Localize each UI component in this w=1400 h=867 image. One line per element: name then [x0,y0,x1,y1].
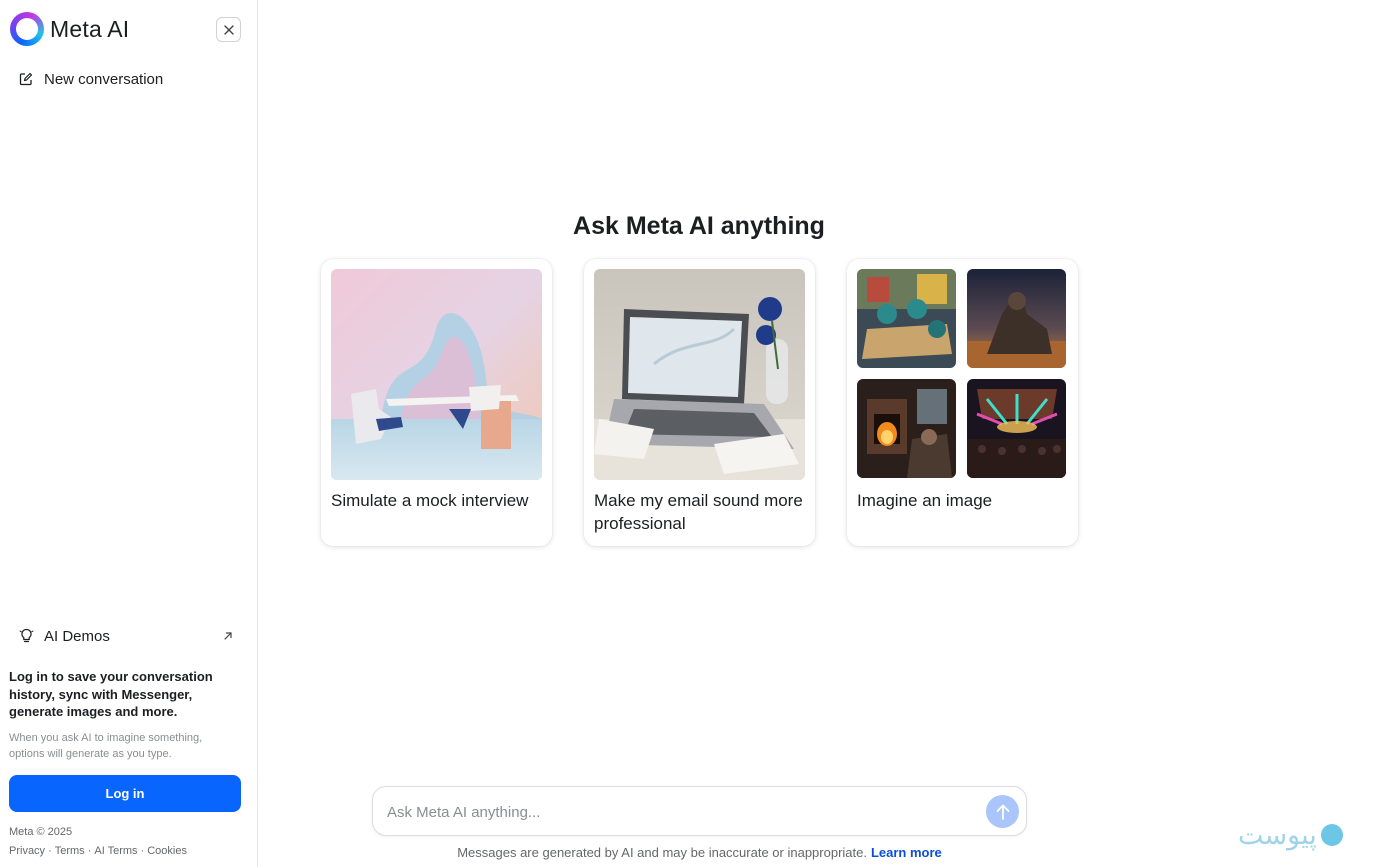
separator: · [87,845,92,857]
close-sidebar-button[interactable] [216,17,241,42]
card-title: Simulate a mock interview [331,491,529,510]
suggestion-card-professional-email[interactable]: Make my email sound more professional [584,259,815,546]
suggestion-card-mock-interview[interactable]: Simulate a mock interview [321,259,552,546]
privacy-link[interactable]: Privacy [9,845,45,857]
watermark: پیوست [1238,815,1383,855]
close-icon [223,24,234,35]
card-title: Make my email sound more professional [594,491,803,533]
login-button[interactable]: Log in [9,775,241,812]
suggestion-card-imagine-image[interactable]: Imagine an image [847,259,1078,546]
watermark-logo-icon [1320,824,1343,846]
card-image [331,269,542,480]
card-title: Imagine an image [857,491,993,510]
external-link-icon [222,630,234,642]
cookies-link[interactable]: Cookies [147,845,187,857]
grid-image-fireplace [857,379,956,478]
login-message: Log in to save your conversation history… [9,669,213,719]
image-grid [857,269,1066,478]
send-button[interactable] [986,795,1019,828]
separator: · [140,845,145,857]
copyright: Meta © 2025 [9,826,73,838]
page-title: Ask Meta AI anything [573,212,825,240]
ai-demos-label: AI Demos [44,627,110,645]
message-input[interactable] [387,799,967,825]
footer-links: Privacy · Terms · AI Terms · Cookies [9,845,187,857]
grid-image-concert [967,379,1066,478]
login-subtext: When you ask AI to imagine something, op… [9,732,203,760]
grid-image-sphinx-dog [967,269,1066,368]
separator: · [48,845,52,857]
arrow-up-icon [996,804,1009,820]
edit-icon [18,71,34,87]
sidebar: Meta AI New conversation AI Demos Log in… [0,0,258,867]
disclaimer: Messages are generated by AI and may be … [372,845,1027,860]
brand[interactable]: Meta AI [10,12,129,46]
terms-link[interactable]: Terms [55,845,85,857]
ai-demos-link[interactable]: AI Demos [10,620,240,652]
ai-terms-link[interactable]: AI Terms [94,845,137,857]
card-image [594,269,805,480]
message-composer [372,786,1027,836]
learn-more-link[interactable]: Learn more [871,845,942,860]
new-conversation-label: New conversation [44,70,164,88]
disclaimer-text: Messages are generated by AI and may be … [457,845,867,860]
meta-ai-logo-icon [10,12,44,46]
lightbulb-icon [18,628,34,644]
watermark-text: پیوست [1238,819,1317,851]
new-conversation-button[interactable]: New conversation [10,62,248,96]
brand-name: Meta AI [50,15,130,42]
grid-image-meeting [857,269,956,368]
